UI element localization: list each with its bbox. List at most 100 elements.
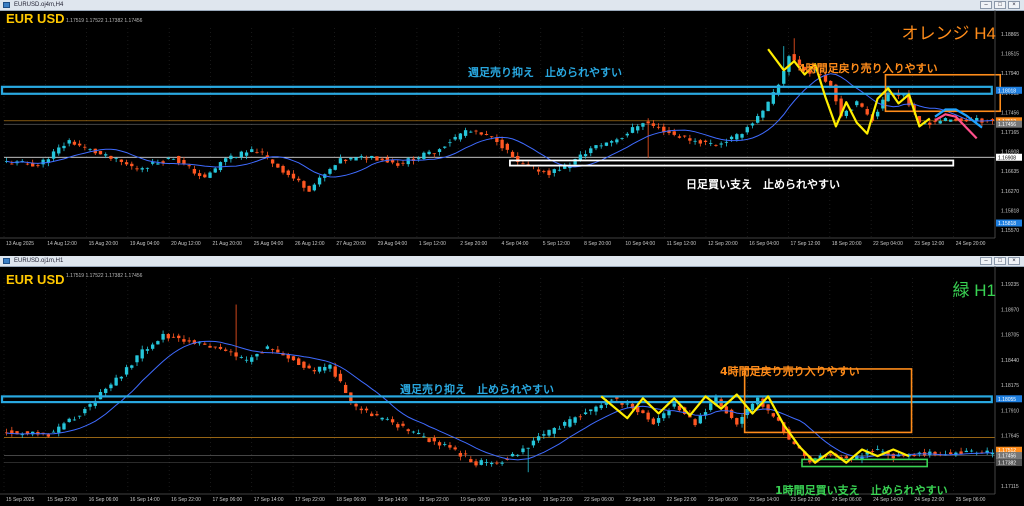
candle (291, 355, 296, 361)
chart-window-icon (3, 2, 10, 8)
candle (505, 142, 509, 154)
candle (656, 415, 661, 426)
candle (328, 363, 332, 372)
candle (145, 167, 150, 172)
candle (709, 401, 713, 412)
candle (557, 425, 562, 430)
candle (526, 447, 530, 473)
candle (83, 407, 87, 416)
candle (244, 356, 249, 363)
h4-price-chart[interactable]: 1.188651.185151.179401.175121.174561.171… (0, 10, 1024, 250)
candle (406, 157, 410, 167)
candle (703, 408, 708, 420)
price-axis-label: 1.18440 (1001, 358, 1019, 364)
candle (166, 333, 170, 342)
candle (495, 460, 499, 465)
candle (317, 175, 322, 187)
h4-zone-weekly[interactable] (0, 85, 993, 95)
candle (740, 414, 744, 428)
time-axis-label: 24 Sep 20:00 (956, 241, 986, 247)
maximize-icon[interactable]: □ (994, 1, 1006, 9)
h1-1h-annotation: 1時間足買い支え 止められやすい (775, 483, 948, 497)
candle (135, 355, 139, 366)
minimize-icon[interactable]: – (980, 1, 992, 9)
candle (625, 132, 629, 138)
h1-price-chart[interactable]: 1.19235 1.18970 1.18705 1.18440 1.18175 1.179… (0, 266, 1024, 506)
candle (427, 149, 431, 156)
candle (302, 180, 306, 192)
candle (203, 341, 207, 345)
candle (213, 346, 217, 350)
candle (396, 422, 400, 431)
candle (187, 337, 191, 344)
candle (745, 125, 749, 135)
price-axis-label: 1.18515 (1001, 52, 1019, 58)
candle (662, 123, 666, 136)
candle (990, 449, 995, 458)
maximize-icon[interactable]: □ (994, 257, 1006, 265)
time-axis-label: 29 Aug 04:00 (378, 241, 408, 247)
candle (422, 151, 426, 161)
candle (646, 410, 650, 422)
time-axis-label: 17 Sep 12:00 (791, 241, 821, 247)
candle (443, 441, 447, 447)
candle (693, 138, 697, 145)
time-axis-label: 10 Sep 04:00 (625, 241, 655, 247)
candle (552, 168, 556, 177)
close-icon[interactable]: × (1008, 257, 1020, 265)
time-axis-label: 20 Aug 12:00 (171, 241, 201, 247)
time-axis-label: 16 Sep 14:00 (130, 497, 160, 503)
candle (516, 454, 520, 458)
candle (698, 138, 702, 147)
close-icon[interactable]: × (1008, 1, 1020, 9)
candle (401, 421, 405, 428)
minimize-icon[interactable]: – (980, 257, 992, 265)
candle (343, 382, 348, 394)
h1-zone-weekly[interactable] (0, 395, 993, 404)
time-axis-label: 22 Sep 14:00 (625, 497, 655, 503)
candle (182, 335, 186, 345)
candle (875, 445, 880, 451)
candle (875, 109, 880, 120)
candle (604, 142, 609, 147)
price-axis-label: 1.18705 (1001, 333, 1019, 339)
candle (380, 417, 384, 421)
price-axis-label: 1.18175 (1001, 383, 1019, 389)
candle (375, 156, 379, 161)
h4-4h-annotation: 4時間足戻り売り入りやすい (798, 61, 938, 75)
time-axis-label: 23 Sep 06:00 (708, 497, 738, 503)
candle (469, 456, 473, 463)
h1-price-path-drawing[interactable] (600, 393, 910, 464)
candle (370, 411, 374, 417)
time-axis-label: 27 Aug 20:00 (336, 241, 366, 247)
candle (495, 134, 499, 146)
candle (735, 417, 739, 427)
candle (140, 345, 144, 362)
candle (72, 139, 77, 146)
h1-chart-window[interactable]: EURUSD.oj1m,H1 – □ × 1.19235 1.18970 1.187… (0, 256, 1024, 506)
candle (83, 144, 87, 151)
h1-box-1h[interactable] (801, 458, 928, 468)
candle (385, 417, 390, 421)
candle (150, 342, 155, 351)
candle (20, 432, 24, 439)
candle (281, 164, 285, 175)
candle (609, 139, 614, 147)
time-axis-label: 16 Sep 06:00 (89, 497, 119, 503)
candle (250, 146, 254, 153)
candle (109, 382, 113, 392)
candle (119, 159, 124, 166)
h4-chart-window[interactable]: EURUSD.oj4m,H4 – □ × 1.18865 1.18515 1.179… (0, 0, 1024, 250)
candle (594, 145, 598, 151)
candle (57, 144, 61, 156)
candle (10, 426, 14, 437)
price-axis-label: 1.15570 (1001, 228, 1019, 234)
chart-window-icon (3, 258, 10, 264)
time-axis-label: 16 Sep 04:00 (749, 241, 779, 247)
candle (130, 161, 134, 170)
candle (432, 435, 436, 445)
candle (15, 160, 19, 166)
price-axis-label: 1.17940 (1001, 71, 1019, 77)
candle (881, 96, 885, 111)
h4-symbol-label: EUR USD (6, 11, 65, 26)
